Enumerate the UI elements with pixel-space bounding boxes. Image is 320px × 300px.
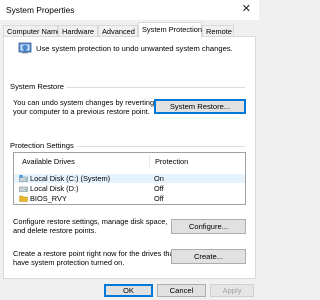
ok-button[interactable]: OK — [104, 284, 153, 297]
tab-strip: Computer Name Hardware Advanced System P… — [0, 22, 259, 38]
create-description: Create a restore point right now for the… — [13, 249, 176, 267]
drive-row[interactable]: BIOS_RVY Off — [14, 194, 245, 203]
system-restore-header: System Restore — [10, 82, 68, 91]
configure-description-line2: and delete restore points. — [13, 226, 97, 235]
protection-settings-divider — [73, 146, 245, 147]
column-header-protection[interactable]: Protection — [155, 157, 188, 166]
drive-row[interactable]: Local Disk (D:) Off — [14, 184, 245, 193]
drive-protection: Off — [154, 184, 164, 193]
configure-button[interactable]: Configure... — [171, 219, 246, 234]
drives-list[interactable]: Available Drives Protection Local Disk (… — [13, 152, 246, 205]
system-restore-description-line1: You can undo system changes by reverting — [13, 98, 155, 107]
drive-name: BIOS_RVY — [30, 194, 67, 203]
window-title: System Properties — [6, 5, 75, 15]
drive-name: Local Disk (C:) (System) — [30, 174, 111, 183]
configure-description: Configure restore settings, manage disk … — [13, 217, 167, 235]
drive-name: Local Disk (D:) — [30, 184, 79, 193]
create-description-line2: have system protection turned on. — [13, 258, 125, 267]
system-restore-button[interactable]: System Restore... — [154, 99, 246, 114]
shield-icon — [18, 42, 32, 54]
configure-description-line1: Configure restore settings, manage disk … — [13, 217, 168, 226]
create-description-line1: Create a restore point right now for the… — [13, 249, 176, 258]
intro-text: Use system protection to undo unwanted s… — [36, 44, 233, 53]
system-drive-icon — [19, 175, 28, 182]
create-button[interactable]: Create... — [171, 249, 246, 264]
column-header-drives[interactable]: Available Drives — [22, 157, 75, 166]
tab-system-protection[interactable]: System Protection — [138, 22, 202, 38]
system-restore-divider — [60, 87, 245, 88]
close-icon[interactable]: ✕ — [242, 3, 251, 15]
protection-settings-header: Protection Settings — [10, 141, 77, 150]
apply-button: Apply — [210, 284, 254, 297]
drive-protection: Off — [154, 194, 164, 203]
drive-icon — [19, 186, 28, 192]
cancel-button[interactable]: Cancel — [157, 284, 206, 297]
drive-row[interactable]: Local Disk (C:) (System) On — [14, 174, 245, 183]
system-restore-description-line2: your computer to a previous restore poin… — [13, 107, 150, 116]
drive-protection: On — [154, 174, 164, 183]
system-restore-description: You can undo system changes by reverting… — [13, 98, 154, 116]
folder-drive-icon — [19, 195, 28, 202]
column-divider — [149, 155, 150, 167]
